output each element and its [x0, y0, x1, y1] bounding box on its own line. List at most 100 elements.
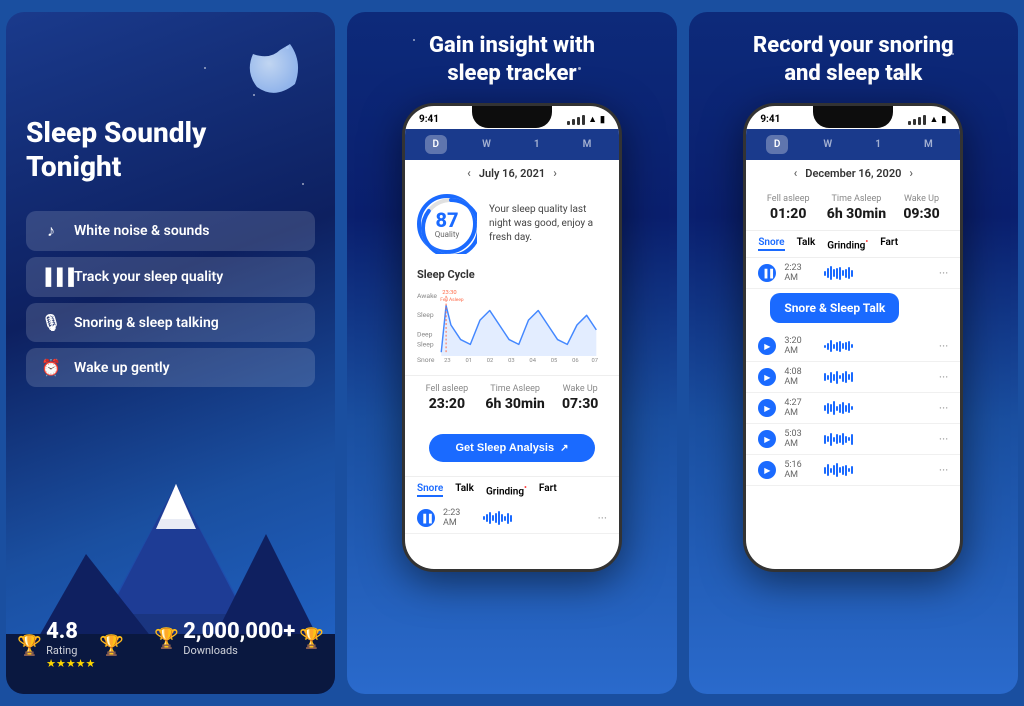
dots-3[interactable]: ··· [939, 370, 948, 384]
waveform-1 [483, 510, 590, 526]
svg-text:05: 05 [551, 358, 558, 364]
tab3-1[interactable]: 1 [867, 135, 889, 154]
rating-badge: 🏆 4.8 Rating ★★★★★ 🏆 [17, 619, 124, 670]
svg-text:23: 23 [444, 358, 451, 364]
svg-text:Deep: Deep [417, 331, 433, 339]
tab3-m[interactable]: M [916, 135, 941, 154]
sleep-cycle-section: Sleep Cycle Awake Sleep Deep Sleep Snore… [405, 262, 619, 375]
play-btn-2[interactable]: ▶ [758, 337, 776, 355]
rec-row-5: ▶ 5:03 AM ··· [746, 424, 960, 455]
stars-row: ★★★★★ [46, 657, 95, 670]
panel-sleep-soundly: Sleep Soundly Tonight ♪ White noise & so… [6, 12, 335, 694]
tab-d[interactable]: D [425, 135, 448, 154]
music-icon: ♪ [40, 221, 62, 241]
play-btn-4[interactable]: ▶ [758, 399, 776, 417]
waveform-rec-2 [824, 338, 931, 354]
rec-row-3: ▶ 4:08 AM ··· [746, 362, 960, 393]
snore-popup: Snore & Sleep Talk [770, 293, 899, 323]
share-icon: ↗ [560, 443, 568, 454]
signal-icon-3 [908, 115, 926, 125]
svg-text:01: 01 [465, 358, 472, 364]
tab3-w[interactable]: W [815, 135, 840, 154]
svg-text:Fell Asleep: Fell Asleep [440, 297, 464, 303]
fart-tab[interactable]: Fart [539, 483, 557, 497]
tab-w[interactable]: W [474, 135, 499, 154]
signal-icon [567, 115, 585, 125]
wake-up-stat-3: Wake Up 09:30 [903, 194, 939, 222]
laurel-left-icon: 🏆 [17, 633, 42, 657]
play-button-1[interactable]: ▐▐ [417, 509, 435, 527]
dots-2[interactable]: ··· [939, 339, 948, 353]
prev-arrow-icon-3[interactable]: ‹ [794, 166, 798, 180]
phone-screen-3: D W 1 M ‹ December 16, 2020 › Fell aslee… [746, 129, 960, 569]
feature-sleep-quality: ▐▐▐ Track your sleep quality [26, 257, 315, 297]
play-btn-6[interactable]: ▶ [758, 461, 776, 479]
panel-snoring: Record your snoring and sleep talk 9:41 … [689, 12, 1018, 694]
svg-text:Sleep: Sleep [417, 340, 434, 348]
snore-type-grinding[interactable]: Grinding• [827, 237, 868, 251]
talk-tab[interactable]: Talk [455, 483, 474, 497]
dots-6[interactable]: ··· [939, 463, 948, 477]
mic-icon: 🎙 [40, 313, 62, 332]
snore-type-tabs: Snore Talk Grinding• Fart [746, 230, 960, 258]
wifi-icon: ▲ [588, 114, 597, 125]
svg-text:Sleep: Sleep [417, 311, 434, 319]
fell-asleep-stat: Fell asleep 23:20 [426, 384, 469, 412]
quality-circle: 87 Quality [417, 194, 477, 254]
phone-mockup-2: 9:41 ▲ ▮ D W 1 M [402, 103, 622, 572]
downloads-badge: 🏆 2,000,000+ Downloads 🏆 [154, 619, 324, 670]
dots-1[interactable]: ··· [939, 266, 948, 280]
sleep-chart: Awake Sleep Deep Sleep Snore 23 01 02 03… [417, 285, 607, 365]
tab3-d[interactable]: D [766, 135, 789, 154]
laurel-right-icon: 🏆 [99, 633, 124, 657]
wifi-icon-3: ▲ [929, 114, 938, 125]
chart-icon: ▐▐▐ [40, 267, 62, 287]
play-btn-1[interactable]: ▐▐ [758, 264, 776, 282]
rec-row-1: ▐▐ 2:23 AM ··· [746, 258, 960, 289]
trophy-left-icon: 🏆 [154, 626, 179, 650]
panel2-heading: Gain insight with sleep tracker [429, 32, 595, 87]
grinding-tab[interactable]: Grinding• [486, 483, 527, 497]
snore-type-snore[interactable]: Snore [758, 237, 784, 251]
wake-up-stat: Wake Up 07:30 [562, 384, 598, 412]
rec-row-6: ▶ 5:16 AM ··· [746, 455, 960, 486]
recording-row-1: ▐▐ 2:23 AM ··· [405, 503, 619, 534]
play-btn-3[interactable]: ▶ [758, 368, 776, 386]
waveform-rec-3 [824, 369, 931, 385]
get-analysis-button[interactable]: Get Sleep Analysis ↗ [429, 434, 595, 462]
svg-text:03: 03 [508, 358, 515, 364]
snore-type-fart[interactable]: Fart [880, 237, 898, 251]
sleep-stats: Fell asleep 23:20 Time Asleep 6h 30min W… [405, 375, 619, 420]
panel3-heading: Record your snoring and sleep talk [753, 32, 954, 87]
time-asleep-stat: Time Asleep 6h 30min [485, 384, 544, 412]
battery-icon: ▮ [600, 115, 605, 125]
play-btn-5[interactable]: ▶ [758, 430, 776, 448]
snore-tab[interactable]: Snore [417, 483, 443, 497]
waveform-rec-1 [824, 265, 931, 281]
battery-icon-3: ▮ [941, 115, 946, 125]
tab-m[interactable]: M [575, 135, 600, 154]
time-asleep-stat-3: Time Asleep 6h 30min [827, 194, 886, 222]
snore-type-talk[interactable]: Talk [797, 237, 816, 251]
svg-text:06: 06 [572, 358, 579, 364]
feature-snoring: 🎙 Snoring & sleep talking [26, 303, 315, 342]
date-navigator-3: ‹ December 16, 2020 › [746, 160, 960, 186]
next-arrow-icon-3[interactable]: › [909, 166, 913, 180]
svg-text:04: 04 [529, 358, 536, 364]
next-arrow-icon[interactable]: › [553, 166, 557, 180]
phone-notch [472, 106, 552, 128]
svg-text:02: 02 [487, 358, 494, 364]
feature-white-noise: ♪ White noise & sounds [26, 211, 315, 251]
dots-4[interactable]: ··· [939, 401, 948, 415]
date-navigator: ‹ July 16, 2021 › [405, 160, 619, 186]
feature-list: ♪ White noise & sounds ▐▐▐ Track your sl… [26, 211, 315, 619]
record-stats: Fell asleep 01:20 Time Asleep 6h 30min W… [746, 186, 960, 230]
svg-text:07: 07 [591, 358, 598, 364]
prev-arrow-icon[interactable]: ‹ [467, 166, 471, 180]
more-dots[interactable]: ··· [598, 511, 607, 525]
waveform-rec-6 [824, 462, 931, 478]
tab-1[interactable]: 1 [526, 135, 548, 154]
panel-sleep-tracker: Gain insight with sleep tracker 9:41 ▲ ▮ [347, 12, 676, 694]
feature-wake-up: ⏰ Wake up gently [26, 348, 315, 387]
dots-5[interactable]: ··· [939, 432, 948, 446]
